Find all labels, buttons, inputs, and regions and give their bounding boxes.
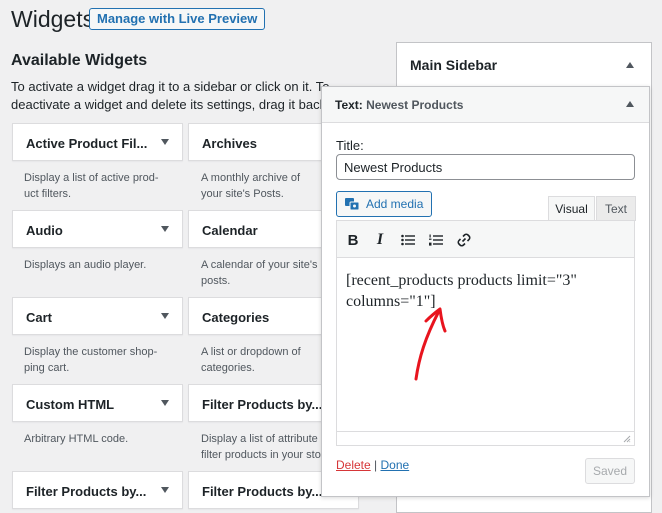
editor: B I [recent_products products limit="3" …	[336, 220, 635, 446]
media-icon	[345, 198, 360, 211]
tab-text[interactable]: Text	[596, 196, 636, 221]
add-media-button[interactable]: Add media	[336, 191, 433, 217]
tab-visual[interactable]: Visual	[548, 196, 595, 221]
chevron-up-icon[interactable]	[626, 101, 634, 107]
chevron-down-icon[interactable]	[161, 226, 169, 232]
resize-handle-icon[interactable]	[623, 435, 631, 443]
chevron-down-icon[interactable]	[161, 487, 169, 493]
bold-icon[interactable]: B	[342, 229, 364, 251]
widget-actions: Delete | Done	[336, 458, 409, 472]
annotation-arrow-icon	[414, 307, 447, 381]
text-widget-panel: Text: Newest Products Title: Add media V…	[321, 86, 650, 497]
widget-title: Calendar	[202, 223, 258, 238]
widget-active-product-filters[interactable]: Active Product Fil...	[12, 123, 183, 161]
done-link[interactable]: Done	[381, 458, 410, 472]
widget-description: A list or dropdown of categories.	[201, 346, 301, 374]
widget-custom-html[interactable]: Custom HTML	[12, 384, 183, 422]
editor-statusbar	[337, 431, 634, 445]
add-media-label: Add media	[366, 197, 424, 211]
separator: |	[374, 458, 378, 472]
chevron-down-icon[interactable]	[161, 400, 169, 406]
widget-title: Cart	[26, 310, 53, 325]
sidebar-title[interactable]: Main Sidebar	[410, 57, 497, 73]
saved-button[interactable]: Saved	[585, 458, 635, 484]
chevron-down-icon[interactable]	[161, 313, 169, 319]
widget-description: A calendar of your site's posts.	[201, 259, 318, 287]
widget-filter-products-price[interactable]: Filter Products by...	[12, 471, 183, 509]
italic-icon[interactable]: I	[369, 229, 391, 251]
widget-audio[interactable]: Audio	[12, 210, 183, 248]
widget-title: Filter Products by...	[202, 397, 323, 412]
available-widgets-description: To activate a widget drag it to a sideba…	[11, 79, 330, 112]
widget-description: Display the customer shop-ping cart.	[24, 346, 158, 374]
page-title: Widgets	[11, 6, 95, 32]
widget-title: Custom HTML	[26, 397, 115, 412]
widget-description: Display a list of active prod-uct filter…	[24, 172, 159, 200]
widget-description: Displays an audio player.	[24, 259, 147, 271]
title-label: Title:	[336, 138, 364, 153]
widget-title: Filter Products by...	[202, 484, 323, 499]
editor-toolbar: B I	[337, 221, 634, 258]
widget-title: Categories	[202, 310, 270, 325]
chevron-up-icon[interactable]	[626, 62, 634, 68]
widget-description: A monthly archive of your site's Posts.	[201, 172, 301, 200]
widget-instance-title: Newest Products	[366, 98, 464, 112]
widget-description: Display a list of attribute filter produ…	[201, 433, 321, 461]
title-input[interactable]	[336, 154, 635, 180]
chevron-down-icon[interactable]	[161, 139, 169, 145]
widget-type-label: Text:	[335, 98, 363, 112]
text-widget-header[interactable]: Text: Newest Products	[322, 87, 649, 123]
delete-link[interactable]: Delete	[336, 458, 371, 472]
widget-title: Archives	[202, 136, 257, 151]
bulleted-list-icon[interactable]	[397, 229, 419, 251]
widget-title: Audio	[26, 223, 63, 238]
link-icon[interactable]	[453, 229, 475, 251]
editor-content[interactable]: [recent_products products limit="3" colu…	[346, 270, 616, 312]
widget-description: Arbitrary HTML code.	[24, 433, 129, 445]
widget-cart[interactable]: Cart	[12, 297, 183, 335]
manage-live-preview-button[interactable]: Manage with Live Preview	[89, 8, 266, 30]
widget-title: Active Product Fil...	[26, 136, 148, 151]
available-widgets-title: Available Widgets	[11, 52, 148, 69]
numbered-list-icon[interactable]	[425, 229, 447, 251]
widget-title: Filter Products by...	[26, 484, 147, 499]
